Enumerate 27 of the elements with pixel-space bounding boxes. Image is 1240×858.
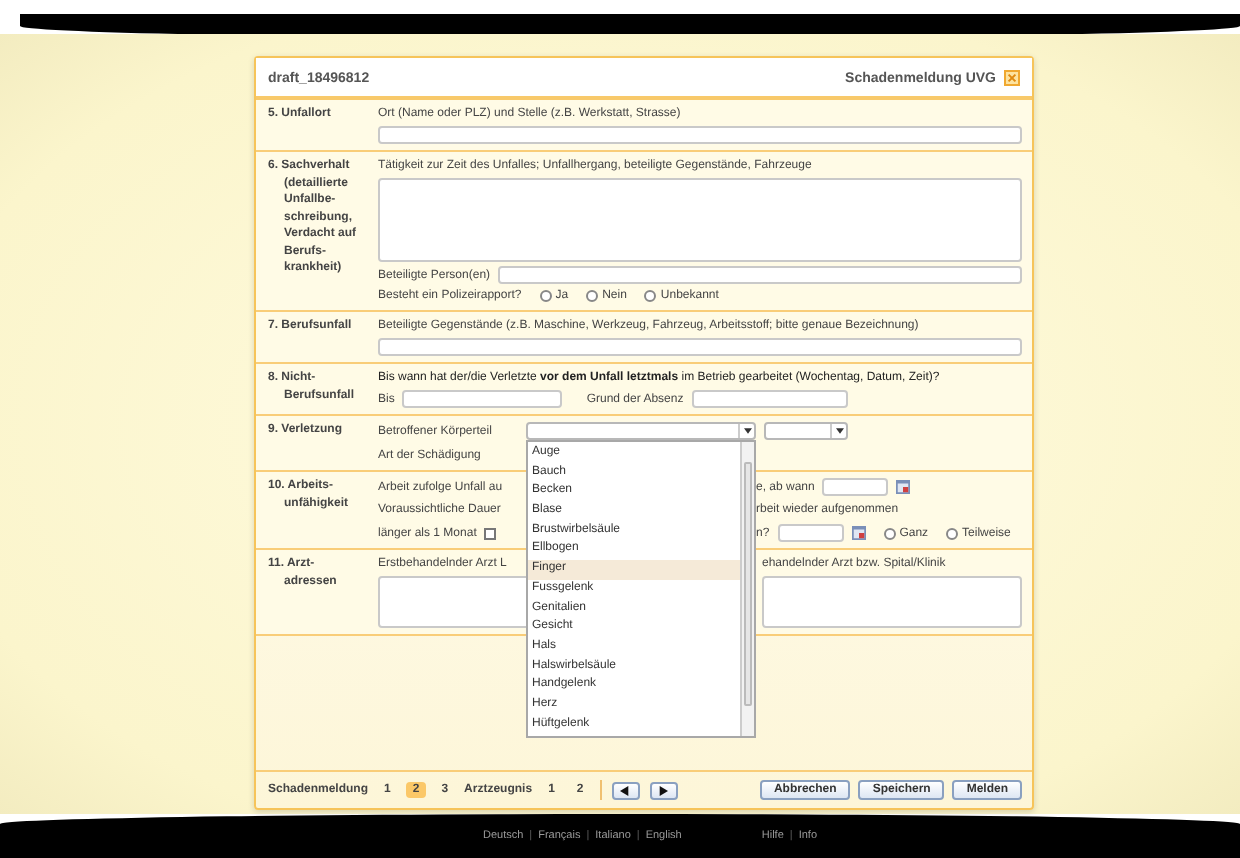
- previous-button[interactable]: [611, 781, 640, 799]
- radio-button[interactable]: [586, 290, 599, 302]
- calendar-icon[interactable]: [851, 526, 866, 540]
- dropdown[interactable]: [526, 422, 756, 440]
- next-button[interactable]: [649, 781, 678, 799]
- text-area[interactable]: [378, 178, 1022, 262]
- text-area[interactable]: [762, 576, 1022, 628]
- date-field[interactable]: [822, 478, 889, 496]
- close-icon[interactable]: [1004, 70, 1020, 86]
- input-field[interactable]: [498, 266, 1022, 284]
- caret-icon: [743, 428, 751, 434]
- input-field[interactable]: [691, 390, 848, 408]
- calendar-icon[interactable]: [896, 480, 911, 494]
- radio-button[interactable]: [644, 290, 657, 302]
- radio-button[interactable]: [883, 527, 896, 539]
- left-arrow-icon: [620, 785, 631, 795]
- input-field[interactable]: [378, 338, 1022, 356]
- input-field[interactable]: [378, 126, 1022, 144]
- input-field[interactable]: [402, 390, 563, 408]
- caret-icon: [835, 428, 843, 434]
- radio-button[interactable]: [539, 290, 552, 302]
- radio-button[interactable]: [946, 527, 959, 539]
- dropdown[interactable]: [764, 422, 848, 440]
- scrollbar[interactable]: [740, 442, 754, 736]
- date-field[interactable]: [777, 524, 844, 542]
- right-arrow-icon: [658, 785, 669, 795]
- checkbox[interactable]: [484, 527, 497, 539]
